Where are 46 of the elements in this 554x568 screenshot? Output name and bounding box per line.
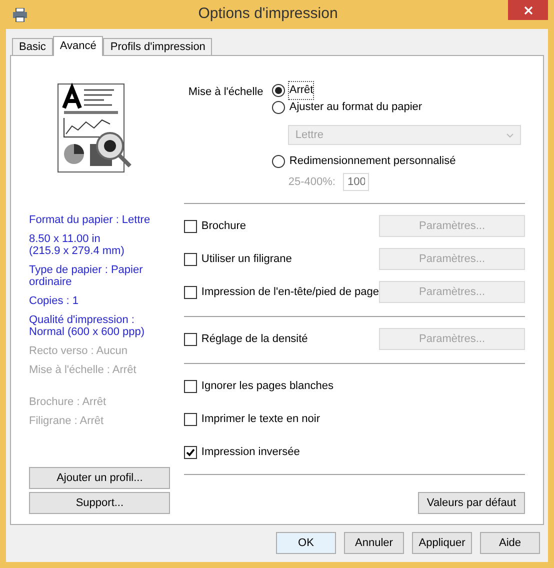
checkbox[interactable] (184, 446, 198, 458)
summary-text: Copies : 1 (29, 295, 80, 307)
radio-button[interactable] (272, 84, 286, 97)
close-icon (524, 6, 532, 14)
checkbox-label: Impression inversée (201, 444, 300, 460)
radio-label: Ajuster au format du papier (289, 100, 422, 116)
dialog-button[interactable]: Aide (480, 532, 540, 554)
checkbox[interactable] (184, 252, 198, 266)
summary-text: Filigrane : Arrêt (29, 415, 105, 427)
radio-button[interactable] (272, 101, 286, 114)
checkbox-label: Brochure (201, 218, 246, 234)
tab[interactable]: Profils d'impression (103, 38, 212, 55)
checkbox-label: Ignorer les pages blanches (201, 378, 334, 394)
radio-label: Arrêt (289, 82, 314, 99)
checkbox-label: Impression de l'en-tête/pied de page (201, 284, 379, 300)
checkbox-label: Réglage de la densité (201, 332, 308, 347)
checkbox[interactable] (184, 412, 198, 426)
summary-text: Recto verso : Aucun (29, 345, 128, 357)
profile-button[interactable]: Support... (29, 492, 170, 514)
summary-text: Format du papier : Lettre (29, 214, 152, 226)
dialog-button[interactable]: OK (276, 532, 336, 554)
tab[interactable]: Basic (12, 38, 53, 55)
checkbox[interactable] (184, 332, 198, 346)
profile-button[interactable]: Ajouter un profil... (29, 467, 170, 489)
tab[interactable]: Avancé (52, 36, 104, 56)
checkbox-label: Imprimer le texte en noir (201, 412, 320, 427)
scaling-label: Mise à l'échelle (188, 85, 264, 100)
summary-text: Type de papier : Papier ordinaire (29, 264, 144, 288)
printer-icon (12, 8, 28, 22)
range-label: 25-400%: (288, 174, 336, 190)
chevron-down-icon (506, 132, 514, 138)
checkbox[interactable] (184, 220, 198, 232)
checkbox[interactable] (184, 286, 198, 298)
radio-label: Redimensionnement personnalisé (289, 154, 456, 170)
dialog-button[interactable]: Appliquer (412, 532, 472, 554)
dialog-button[interactable]: Annuler (344, 532, 404, 554)
window-title: Options d'impression (197, 4, 339, 24)
summary-text: 8.50 x 11.00 in (215.9 x 279.4 mm) (29, 233, 126, 257)
checkbox-label: Utiliser un filigrane (201, 252, 292, 267)
summary-text: Qualité d'impression : Normal (600 x 600 ppp) (29, 314, 146, 338)
radio-button[interactable] (272, 155, 286, 168)
close-button[interactable] (508, 0, 548, 20)
defaults-button[interactable]: Valeurs par défaut (418, 492, 525, 514)
summary-text: Brochure : Arrêt (29, 396, 108, 408)
summary-text: Mise à l'échelle : Arrêt (29, 364, 138, 376)
checkbox[interactable] (184, 380, 198, 392)
